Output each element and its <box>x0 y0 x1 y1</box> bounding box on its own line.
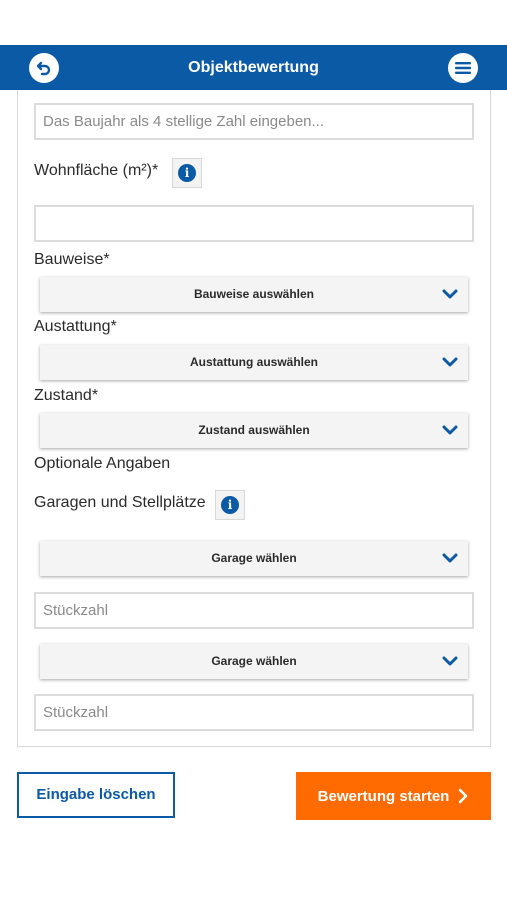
garage-select-value: Garage wählen <box>211 551 297 565</box>
chevron-down-icon <box>442 425 458 435</box>
garagen-info-button[interactable]: i <box>215 490 245 520</box>
zustand-select[interactable]: Zustand auswählen <box>40 413 468 448</box>
ausstattung-select-value: Austattung auswählen <box>189 355 318 369</box>
menu-button[interactable] <box>448 53 478 83</box>
wohnflaeche-input[interactable] <box>34 205 474 242</box>
garage-count-input-2[interactable] <box>34 694 474 731</box>
ausstattung-label: Austattung* <box>34 318 117 335</box>
app-header: Objektbewertung <box>0 45 507 90</box>
garage-select-value: Garage wählen <box>211 654 297 668</box>
info-icon: i <box>221 496 239 514</box>
page-title: Objektbewertung <box>188 59 319 76</box>
chevron-down-icon <box>442 656 458 666</box>
clear-input-label: Eingabe löschen <box>36 786 156 803</box>
bauweise-select-value: Bauweise auswählen <box>193 287 315 301</box>
hamburger-menu-icon <box>455 62 471 74</box>
zustand-select-value: Zustand auswählen <box>198 423 310 437</box>
optional-heading: Optionale Angaben <box>34 455 171 472</box>
chevron-down-icon <box>442 289 458 299</box>
bauweise-label: Bauweise* <box>34 251 110 268</box>
chevron-down-icon <box>442 357 458 367</box>
chevron-right-icon <box>459 788 468 804</box>
garage-count-input-1[interactable] <box>34 592 474 629</box>
clear-input-button[interactable]: Eingabe löschen <box>17 772 175 818</box>
chevron-down-icon <box>442 553 458 563</box>
garage-select-2[interactable]: Garage wählen <box>40 644 468 679</box>
garage-select-1[interactable]: Garage wählen <box>40 541 468 576</box>
info-icon: i <box>178 164 196 182</box>
garagen-label: Garagen und Stellplätze <box>34 494 206 511</box>
ausstattung-select[interactable]: Austattung auswählen <box>40 345 468 380</box>
start-valuation-button[interactable]: Bewertung starten <box>296 772 491 820</box>
bauweise-select[interactable]: Bauweise auswählen <box>40 277 468 312</box>
start-valuation-label: Bewertung starten <box>317 787 450 805</box>
wohnflaeche-info-button[interactable]: i <box>172 158 202 188</box>
wohnflaeche-label: Wohnfläche (m²)* <box>34 162 159 179</box>
baujahr-input[interactable] <box>34 103 474 140</box>
zustand-label: Zustand* <box>34 387 99 404</box>
